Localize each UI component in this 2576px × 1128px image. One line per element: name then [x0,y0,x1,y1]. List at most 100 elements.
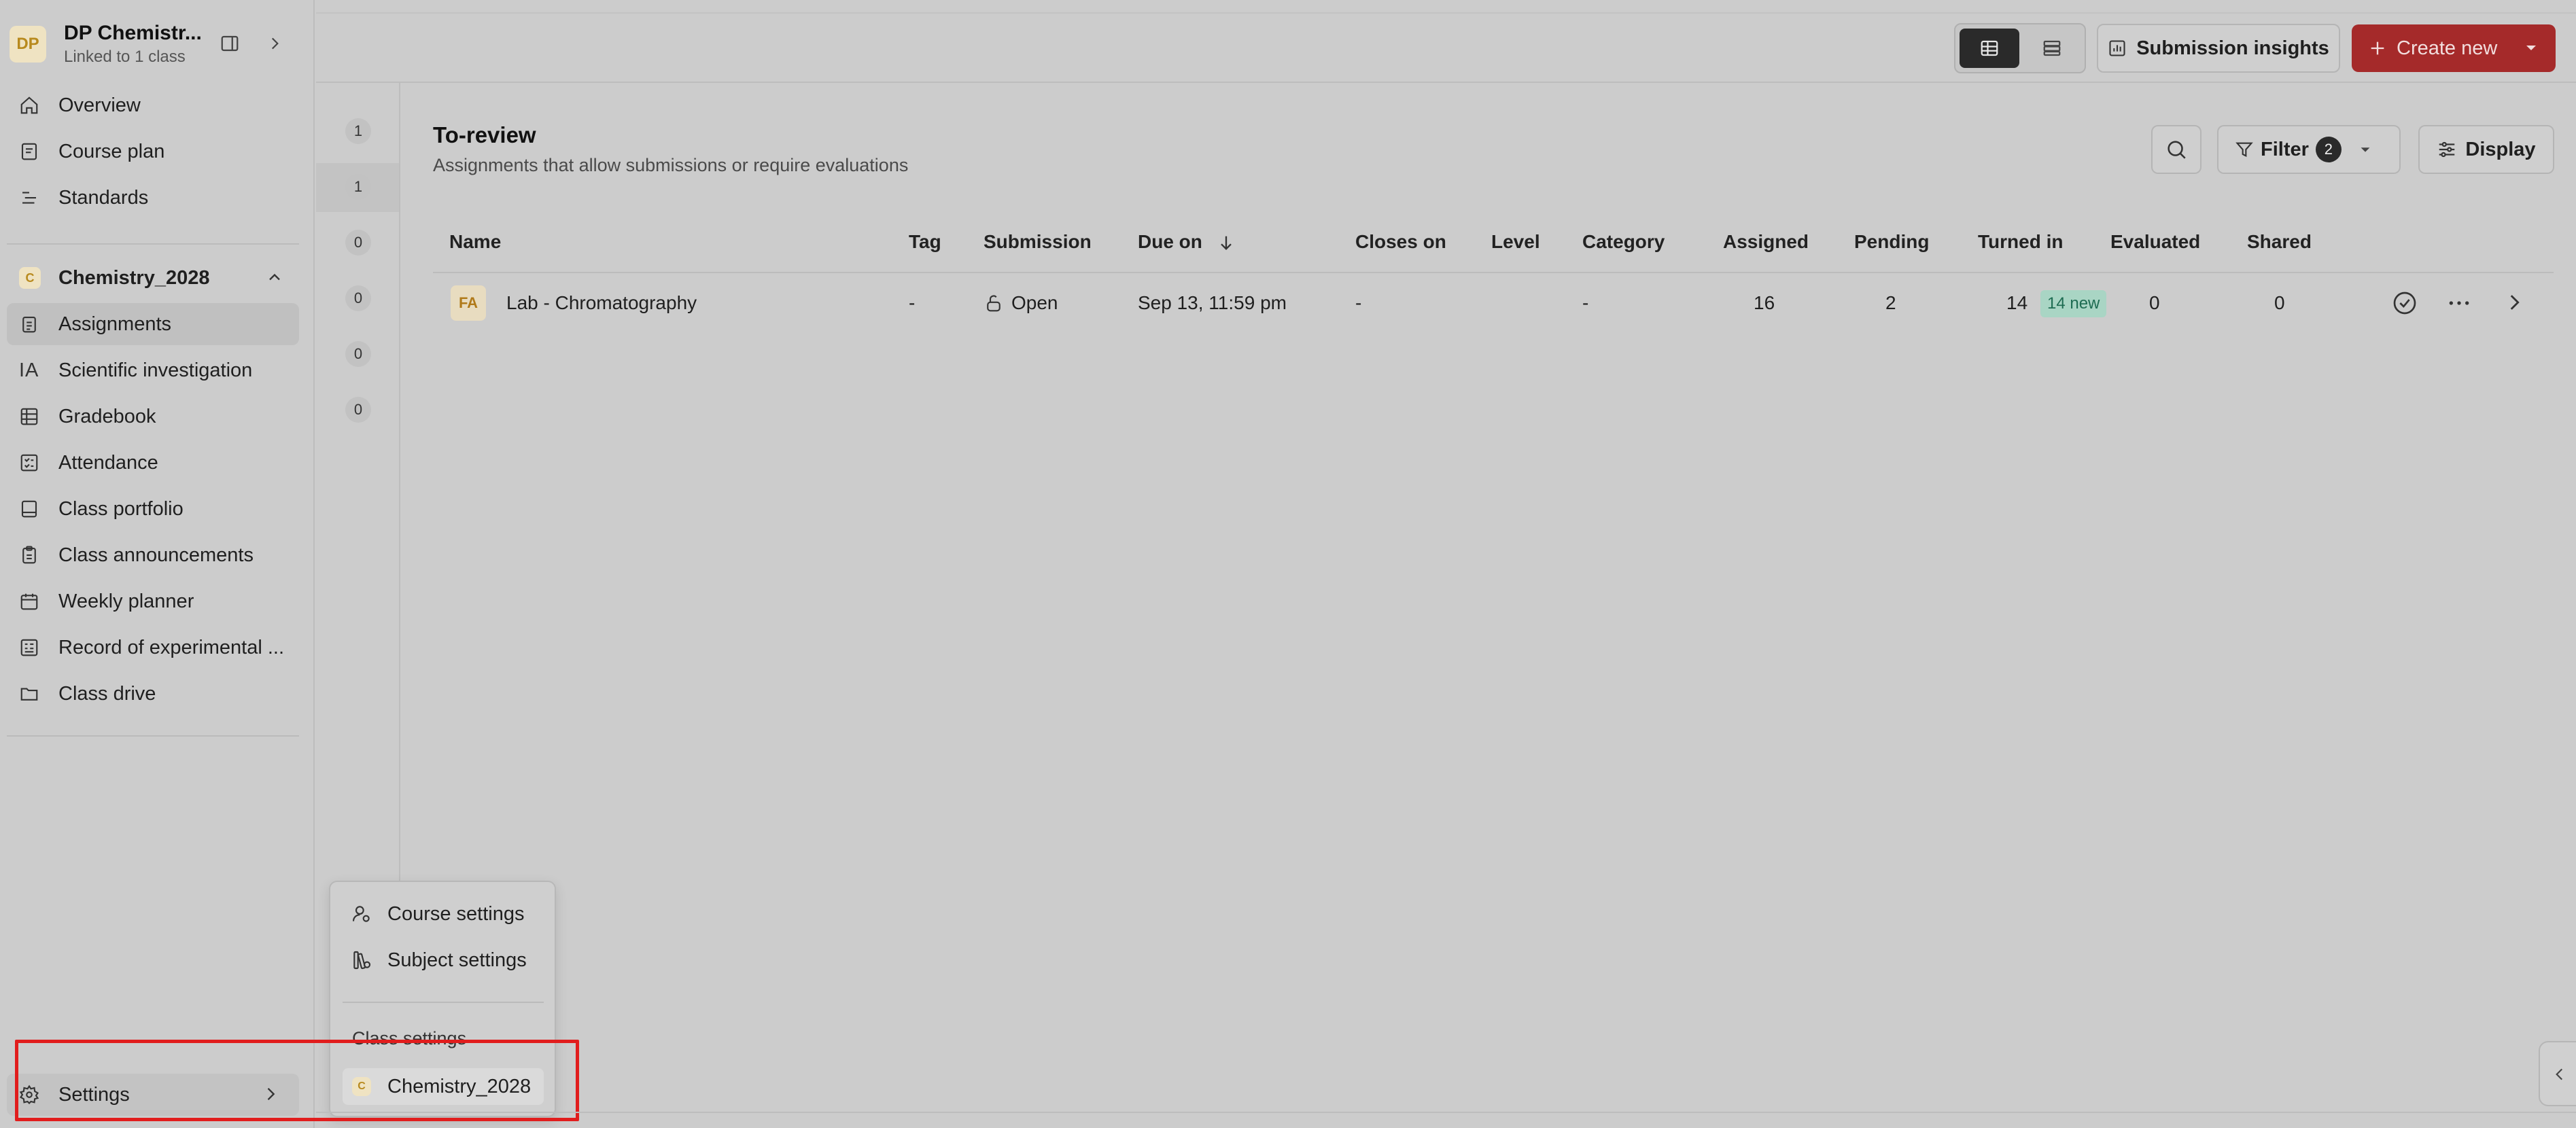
assignment-name[interactable]: Lab - Chromatography [506,292,697,314]
create-new-label: Create new [2397,37,2498,59]
count-badge[interactable]: 0 [345,230,371,255]
settings-popover: Course settings Subject settings Class s… [329,881,556,1117]
sidebar-item-weekly-planner[interactable]: Weekly planner [7,580,299,622]
sidebar-item-label: Gradebook [58,405,156,427]
sidebar-item-course-plan[interactable]: Course plan [7,130,299,173]
count-badge[interactable]: 0 [345,341,371,367]
filter-button[interactable]: Filter 2 [2217,125,2401,174]
sidebar-item-label: Class drive [58,682,156,705]
filter-count-badge: 2 [2315,137,2342,162]
portfolio-icon [19,495,48,523]
sidebar-item-class-announcements[interactable]: Class announcements [7,534,299,576]
cell-submission: Open [1011,292,1058,313]
column-header-shared[interactable]: Shared [2247,231,2312,253]
column-header-name[interactable]: Name [449,231,501,253]
sidebar-divider [7,243,299,245]
column-header-level[interactable]: Level [1491,231,1540,253]
cell-turned-in: 14 [2006,292,2028,313]
clipboard-icon [19,310,48,338]
table-view-button[interactable] [1960,29,2019,68]
column-header-due-on[interactable]: Due on [1138,231,1202,253]
subject-settings-label: Subject settings [387,949,527,971]
class-settings-item[interactable]: C Chemistry_2028 [343,1068,544,1105]
display-button[interactable]: Display [2418,125,2554,174]
column-header-turned-in[interactable]: Turned in [1978,231,2063,253]
sidebar-toggle-icon[interactable] [216,30,243,57]
course-name: DP Chemistr... [64,22,202,44]
popover-divider [343,1002,544,1003]
bar-chart-icon [2108,39,2127,58]
sidebar-item-class-portfolio[interactable]: Class portfolio [7,488,299,530]
count-badge[interactable]: 1 [345,118,371,144]
cell-closes-on: - [1355,292,1362,313]
side-panel-tab[interactable] [2539,1041,2576,1106]
check-circle-icon[interactable] [2391,289,2418,317]
chevron-up-icon[interactable] [265,268,284,287]
section-subtitle: Assignments that allow submissions or re… [433,155,909,175]
bottom-border [316,1112,2576,1113]
sidebar-item-label: Weekly planner [58,590,194,612]
sidebar-item-label: Attendance [58,451,158,474]
table-header-divider [433,272,2554,273]
subject-settings-item[interactable]: Subject settings [351,943,527,977]
sidebar-item-label: Course plan [58,140,165,162]
count-badge[interactable]: 1 [345,174,371,200]
class-name: Chemistry_2028 [58,266,210,289]
document-icon [19,137,48,166]
column-header-evaluated[interactable]: Evaluated [2110,231,2200,253]
count-badge[interactable]: 0 [345,285,371,311]
course-settings-icon [351,903,375,925]
settings-button[interactable]: Settings [7,1074,299,1116]
section-title: To-review [433,122,536,147]
lock-open-icon [984,293,1004,313]
caret-down-icon [2358,142,2373,157]
sidebar-item-label: Assignments [58,313,172,335]
sidebar-item-class-drive[interactable]: Class drive [7,673,299,715]
topbar-border [316,12,2576,14]
list-view-button[interactable] [2022,29,2082,68]
sidebar-item-overview[interactable]: Overview [7,84,299,126]
column-header-pending[interactable]: Pending [1854,231,1929,253]
search-button[interactable] [2151,125,2201,174]
column-header-tag[interactable]: Tag [909,231,941,253]
create-new-button[interactable]: Create new [2352,24,2556,72]
gear-icon [19,1085,48,1105]
count-badge[interactable]: 0 [345,397,371,423]
cell-tag: - [909,292,916,313]
sidebar-item-gradebook[interactable]: Gradebook [7,395,299,438]
display-label: Display [2465,138,2536,160]
sidebar: DP DP Chemistr... Linked to 1 class Over… [0,0,315,1128]
chevron-right-icon [261,1085,280,1104]
more-options-icon[interactable] [2446,289,2473,317]
home-icon [19,91,48,120]
column-header-category[interactable]: Category [1582,231,1665,253]
sidebar-item-scientific-investigation[interactable]: IA Scientific investigation [7,349,299,391]
sidebar-item-label: Standards [58,186,149,209]
sidebar-item-record-of-experimental[interactable]: Record of experimental ... [7,627,299,669]
sidebar-item-assignments[interactable]: Assignments [7,303,299,345]
column-header-submission[interactable]: Submission [984,231,1092,253]
column-header-assigned[interactable]: Assigned [1723,231,1809,253]
cell-evaluated: 0 [2149,292,2160,313]
class-badge: C [19,267,41,289]
sidebar-class-header[interactable]: C Chemistry_2028 [7,257,299,299]
sort-arrow-down-icon[interactable] [1217,232,1236,253]
plus-icon [2368,39,2387,58]
sidebar-item-attendance[interactable]: Attendance [7,442,299,484]
folder-icon [19,680,48,708]
chevron-right-icon[interactable] [261,30,288,57]
topbar-border [316,82,2576,83]
course-settings-item[interactable]: Course settings [351,897,525,931]
cell-due-on: Sep 13, 11:59 pm [1138,292,1287,313]
course-header[interactable]: DP DP Chemistr... Linked to 1 class [10,20,302,69]
settings-label: Settings [58,1083,130,1106]
checklist-icon [19,448,48,477]
column-header-closes-on[interactable]: Closes on [1355,231,1446,253]
sliders-icon [2437,139,2457,160]
sidebar-item-standards[interactable]: Standards [7,177,299,219]
filter-label: Filter [2261,138,2309,160]
submission-insights-button[interactable]: Submission insights [2097,24,2340,73]
sidebar-divider [7,735,299,737]
caret-down-icon[interactable] [2523,39,2539,56]
chevron-right-icon[interactable] [2503,291,2526,314]
